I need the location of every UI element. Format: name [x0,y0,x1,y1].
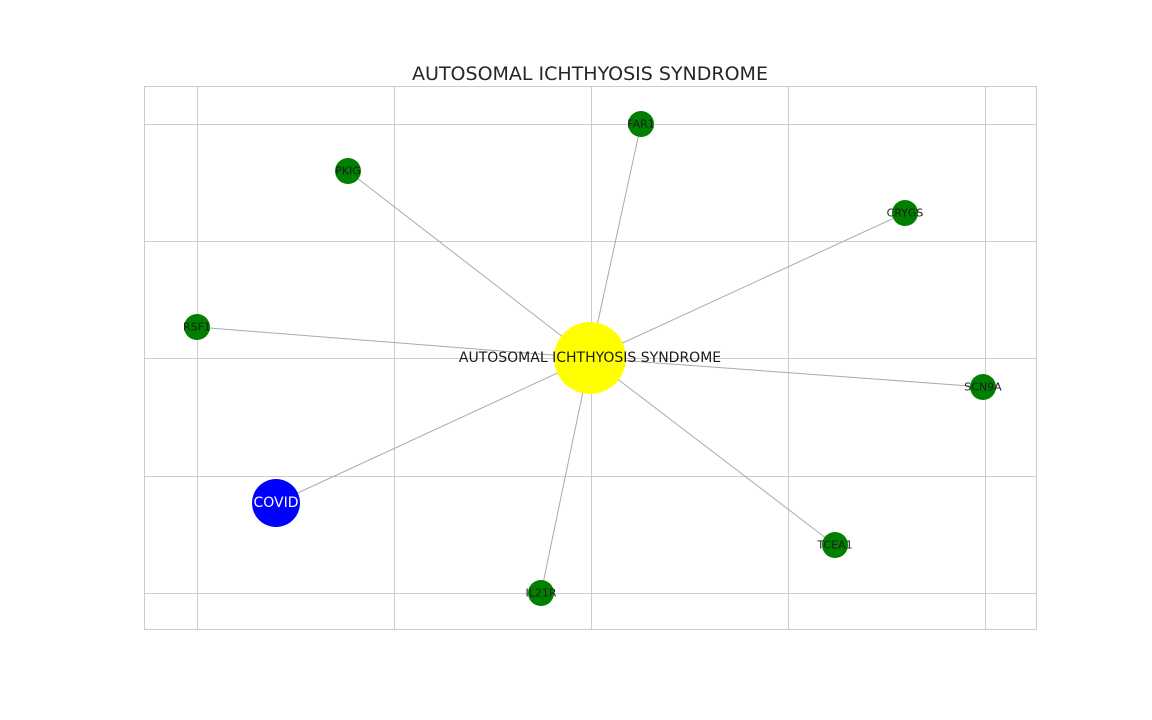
node-rsf1: RSF1 [183,314,211,340]
network-diagram: AUTOSOMAL ICHTHYOSIS SYNDROME AUTOSOMAL … [144,63,1037,630]
edge-center-tcea1 [589,357,836,546]
edge-center-il21r [540,357,591,594]
node-tcea1: TCEA1 [816,532,853,558]
node-center: AUTOSOMAL ICHTHYOSIS SYNDROME [459,322,721,394]
node-covid: COVID [252,479,300,527]
node-label-tcea1: TCEA1 [816,539,852,552]
node-label-far1: FAR1 [627,118,654,131]
node-label-rsf1: RSF1 [183,321,211,334]
node-label-pkig: PKIG [335,165,361,178]
node-label-crygs: CRYGS [887,207,924,220]
diagram-title: AUTOSOMAL ICHTHYOSIS SYNDROME [412,63,768,85]
node-label-covid: COVID [253,495,298,511]
node-pkig: PKIG [335,158,361,184]
node-far1: FAR1 [627,111,655,137]
node-label-scn9a: SCN9A [964,381,1002,394]
edge-center-covid [275,357,591,504]
node-label-center: AUTOSOMAL ICHTHYOSIS SYNDROME [459,350,721,366]
node-scn9a: SCN9A [964,374,1002,400]
node-label-il21r: IL21R [525,587,556,600]
edge-center-pkig [347,170,591,359]
node-il21r: IL21R [525,580,557,606]
edge-center-crygs [589,212,906,359]
node-crygs: CRYGS [887,200,924,226]
